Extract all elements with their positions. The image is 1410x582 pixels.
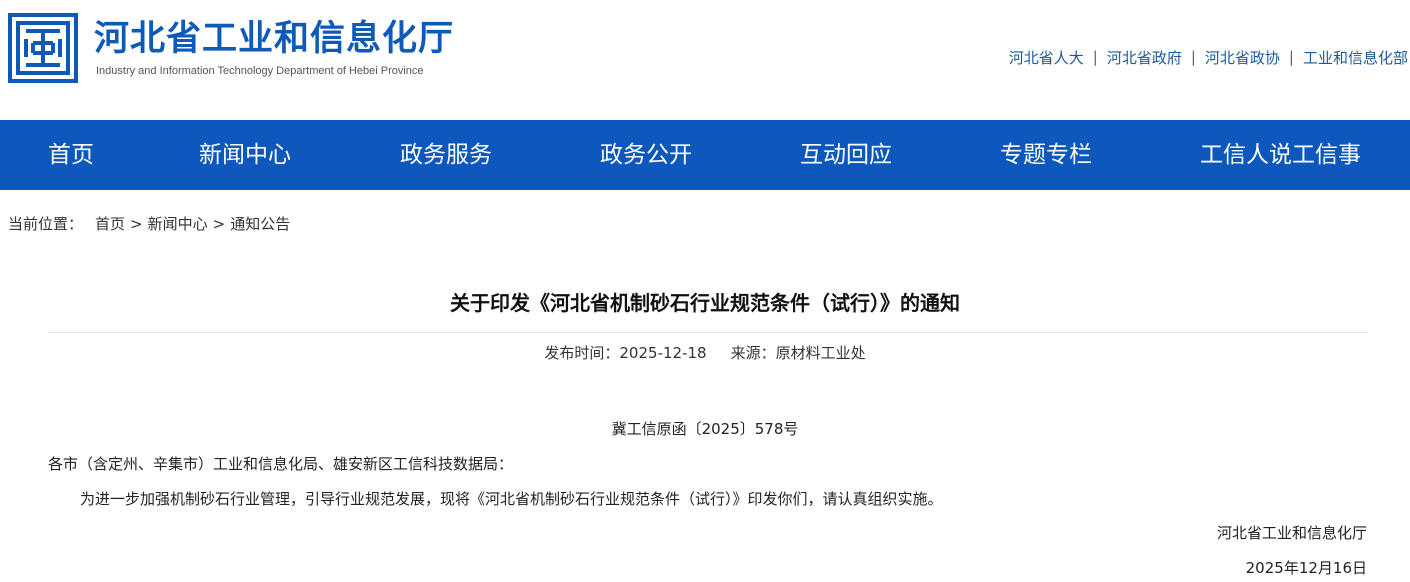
- top-link-miit[interactable]: 工业和信息化部: [1303, 47, 1408, 68]
- nav-item-stories[interactable]: 工信人说工信事: [1200, 120, 1361, 190]
- nav-item-home[interactable]: 首页: [48, 120, 94, 190]
- source-label: 来源：: [730, 344, 776, 362]
- recipients-line: 各市（含定州、辛集市）工业和信息化局、雄安新区工信科技数据局：: [48, 455, 514, 473]
- site-header: 河北省工业和信息化厅 Industry and Information Tech…: [0, 0, 1410, 120]
- breadcrumb-label: 当前位置：: [8, 215, 84, 233]
- nav-item-news[interactable]: 新闻中心: [199, 120, 291, 190]
- site-title[interactable]: 河北省工业和信息化厅: [94, 19, 454, 59]
- hebei-emblem-icon[interactable]: [8, 13, 78, 83]
- breadcrumb-news[interactable]: 新闻中心: [148, 215, 208, 233]
- nav-item-topics[interactable]: 专题专栏: [1000, 120, 1092, 190]
- breadcrumb-separator: >: [130, 215, 143, 233]
- breadcrumb-separator: >: [212, 215, 226, 233]
- body-paragraph: 为进一步加强机制砂石行业管理，引导行业规范发展，现将《河北省机制砂石行业规范条件…: [80, 490, 943, 508]
- site-subtitle-en: Industry and Information Technology Depa…: [96, 65, 424, 77]
- breadcrumb: 当前位置： 首页 > 新闻中心 > 通知公告: [8, 213, 290, 235]
- signature-org: 河北省工业和信息化厅: [1216, 524, 1367, 542]
- breadcrumb-notices[interactable]: 通知公告: [230, 215, 290, 233]
- nav-item-interaction[interactable]: 互动回应: [800, 120, 892, 190]
- title-divider: [48, 332, 1368, 333]
- top-link-cppcc[interactable]: 河北省政协: [1205, 47, 1280, 68]
- signature-date: 2025年12月16日: [1245, 559, 1367, 577]
- article-meta: 发布时间：2025-12-18 来源：原材料工业处: [0, 342, 1410, 364]
- article-title: 关于印发《河北省机制砂石行业规范条件（试行）》的通知: [450, 291, 960, 315]
- publish-date: 2025-12-18: [619, 344, 707, 362]
- publish-label: 发布时间：: [544, 344, 620, 362]
- breadcrumb-home[interactable]: 首页: [95, 215, 125, 233]
- top-link-separator: |: [1288, 48, 1294, 66]
- nav-item-disclosure[interactable]: 政务公开: [600, 120, 692, 190]
- main-nav: 首页 新闻中心 政务服务 政务公开 互动回应 专题专栏 工信人说工信事: [0, 120, 1410, 190]
- top-link-npc[interactable]: 河北省人大: [1009, 47, 1084, 68]
- source-value: 原材料工业处: [775, 344, 866, 362]
- top-links: 河北省人大 | 河北省政府 | 河北省政协 | 工业和信息化部: [1009, 47, 1408, 67]
- document-number: 冀工信原函〔2025〕578号: [611, 420, 799, 438]
- nav-item-services[interactable]: 政务服务: [400, 120, 492, 190]
- top-link-government[interactable]: 河北省政府: [1107, 47, 1182, 68]
- top-link-separator: |: [1190, 48, 1196, 66]
- top-link-separator: |: [1092, 48, 1098, 66]
